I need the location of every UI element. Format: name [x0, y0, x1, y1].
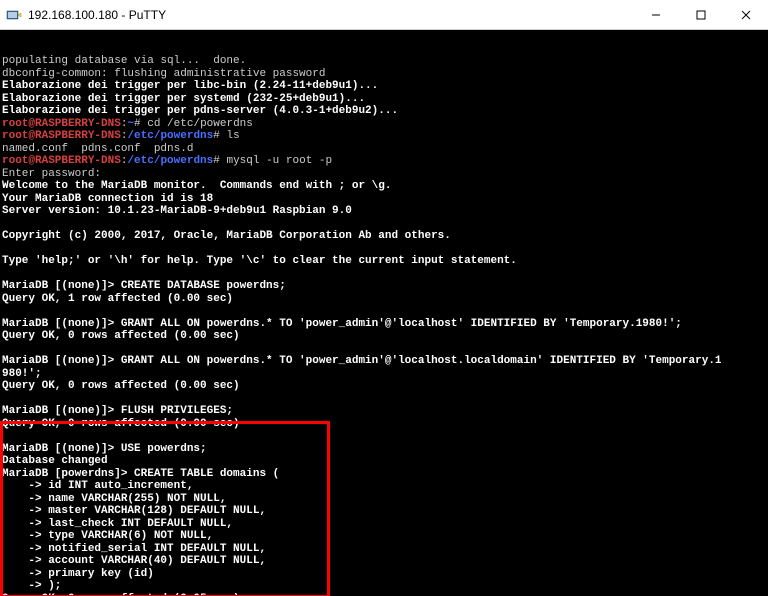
terminal-line: [2, 305, 766, 318]
terminal-line: Query OK, 0 rows affected (0.00 sec): [2, 380, 766, 393]
terminal-line: Query OK, 0 rows affected (0.05 sec): [2, 593, 766, 596]
terminal-line: Query OK, 0 rows affected (0.00 sec): [2, 418, 766, 431]
terminal-line: named.conf pdns.conf pdns.d: [2, 143, 766, 156]
terminal-line: [2, 430, 766, 443]
minimize-button[interactable]: [633, 0, 678, 29]
terminal-line: Elaborazione dei trigger per pdns-server…: [2, 105, 766, 118]
terminal-line: Database changed: [2, 455, 766, 468]
terminal-line: [2, 343, 766, 356]
terminal-line: populating database via sql... done.: [2, 55, 766, 68]
terminal-line: -> notified_serial INT DEFAULT NULL,: [2, 543, 766, 556]
terminal-line: MariaDB [(none)]> CREATE DATABASE powerd…: [2, 280, 766, 293]
terminal-line: Server version: 10.1.23-MariaDB-9+deb9u1…: [2, 205, 766, 218]
terminal-line: root@RASPBERRY-DNS:/etc/powerdns# ls: [2, 130, 766, 143]
terminal-line: Enter password:: [2, 168, 766, 181]
terminal-line: dbconfig-common: flushing administrative…: [2, 68, 766, 81]
terminal-line: Welcome to the MariaDB monitor. Commands…: [2, 180, 766, 193]
terminal-line: [2, 243, 766, 256]
terminal-line: -> account VARCHAR(40) DEFAULT NULL,: [2, 555, 766, 568]
terminal-line: -> name VARCHAR(255) NOT NULL,: [2, 493, 766, 506]
terminal-line: MariaDB [(none)]> FLUSH PRIVILEGES;: [2, 405, 766, 418]
maximize-button[interactable]: [678, 0, 723, 29]
terminal-line: [2, 393, 766, 406]
terminal-line: MariaDB [powerdns]> CREATE TABLE domains…: [2, 468, 766, 481]
terminal-line: -> last_check INT DEFAULT NULL,: [2, 518, 766, 531]
terminal-line: Elaborazione dei trigger per libc-bin (2…: [2, 80, 766, 93]
terminal-line: Type 'help;' or '\h' for help. Type '\c'…: [2, 255, 766, 268]
terminal-line: MariaDB [(none)]> USE powerdns;: [2, 443, 766, 456]
window-controls: [633, 0, 768, 29]
terminal-line: -> type VARCHAR(6) NOT NULL,: [2, 530, 766, 543]
terminal-line: root@RASPBERRY-DNS:~# cd /etc/powerdns: [2, 118, 766, 131]
terminal-line: -> id INT auto_increment,: [2, 480, 766, 493]
terminal-line: MariaDB [(none)]> GRANT ALL ON powerdns.…: [2, 355, 766, 368]
terminal-line: Your MariaDB connection id is 18: [2, 193, 766, 206]
window-title: 192.168.100.180 - PuTTY: [28, 8, 633, 22]
terminal-line: -> );: [2, 580, 766, 593]
terminal-line: [2, 218, 766, 231]
close-button[interactable]: [723, 0, 768, 29]
terminal-line: -> master VARCHAR(128) DEFAULT NULL,: [2, 505, 766, 518]
terminal-line: -> primary key (id): [2, 568, 766, 581]
terminal-line: 980!';: [2, 368, 766, 381]
terminal-line: MariaDB [(none)]> GRANT ALL ON powerdns.…: [2, 318, 766, 331]
terminal-line: Query OK, 0 rows affected (0.00 sec): [2, 330, 766, 343]
terminal-area[interactable]: populating database via sql... done.dbco…: [0, 30, 768, 596]
window-titlebar: 192.168.100.180 - PuTTY: [0, 0, 768, 30]
putty-icon: [6, 7, 22, 23]
terminal-line: Copyright (c) 2000, 2017, Oracle, MariaD…: [2, 230, 766, 243]
terminal-line: [2, 268, 766, 281]
terminal-line: root@RASPBERRY-DNS:/etc/powerdns# mysql …: [2, 155, 766, 168]
terminal-line: Elaborazione dei trigger per systemd (23…: [2, 93, 766, 106]
terminal-line: Query OK, 1 row affected (0.00 sec): [2, 293, 766, 306]
